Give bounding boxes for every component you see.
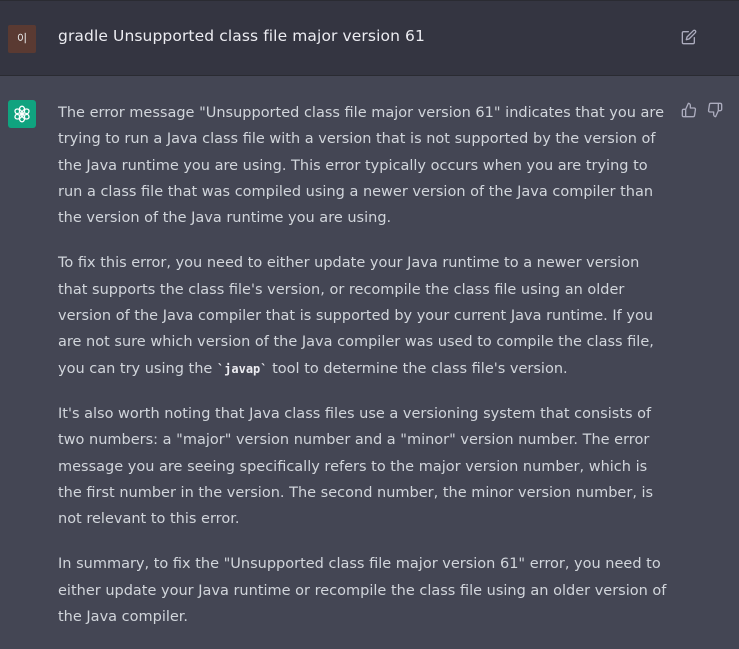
assistant-avatar (8, 100, 36, 128)
answer-paragraph-1: The error message "Unsupported class fil… (58, 105, 664, 227)
edit-icon[interactable] (681, 29, 697, 45)
answer-paragraph-4: In summary, to fix the "Unsupported clas… (58, 556, 667, 626)
openai-logo-icon (12, 104, 32, 124)
assistant-message-row: The error message "Unsupported class fil… (0, 76, 739, 640)
answer-paragraph-2-text: To fix this error, you need to either up… (58, 255, 654, 377)
assistant-message-text: The error message "Unsupported class fil… (58, 100, 673, 649)
thumbs-down-icon[interactable] (707, 102, 723, 118)
answer-paragraph-3: It's also worth noting that Java class f… (58, 405, 654, 528)
answer-paragraph-2-text-end: tool to determine the class file's versi… (267, 360, 568, 377)
thumbs-up-icon[interactable] (681, 102, 697, 118)
inline-code-javap: `javap` (216, 361, 268, 376)
answer-paragraph-2: To fix this error, you need to either up… (58, 250, 673, 381)
user-message-row: 이 gradle Unsupported class file major ve… (0, 0, 739, 76)
user-message-text: gradle Unsupported class file major vers… (58, 27, 425, 45)
user-avatar: 이 (8, 25, 36, 53)
